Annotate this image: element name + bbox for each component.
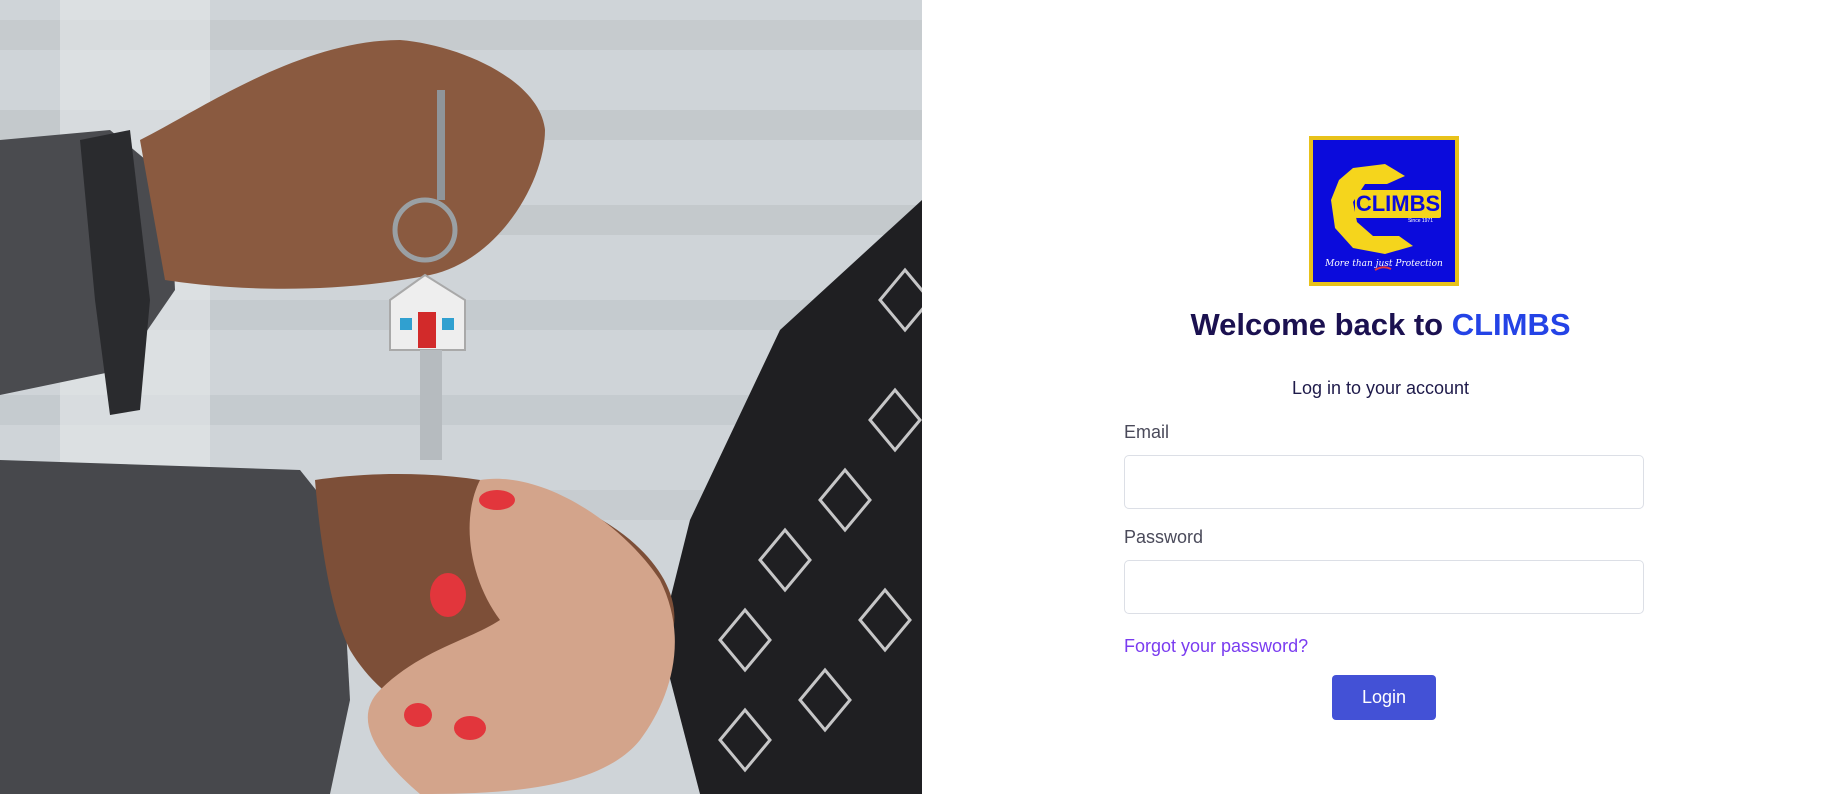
logo-wordmark: CLIMBS [1356, 191, 1440, 216]
title-prefix: Welcome back to [1190, 307, 1452, 342]
climbs-logo: CLIMBS Since 1971 More than just Protect… [1309, 136, 1459, 286]
page-title: Welcome back to CLIMBS [922, 307, 1839, 343]
page-subtitle: Log in to your account [1291, 378, 1470, 398]
password-input[interactable] [1124, 560, 1644, 614]
email-label: Email [1124, 422, 1170, 442]
login-button[interactable]: Login [1332, 675, 1436, 720]
title-brand: CLIMBS [1451, 307, 1571, 342]
password-label: Password [1124, 527, 1204, 547]
forgot-password-link[interactable]: Forgot your password? [1124, 636, 1308, 657]
logo-since: Since 1971 [1408, 218, 1433, 224]
login-panel: CLIMBS Since 1971 More than just Protect… [922, 0, 1839, 794]
hero-image [0, 0, 922, 794]
email-input[interactable] [1124, 455, 1644, 509]
